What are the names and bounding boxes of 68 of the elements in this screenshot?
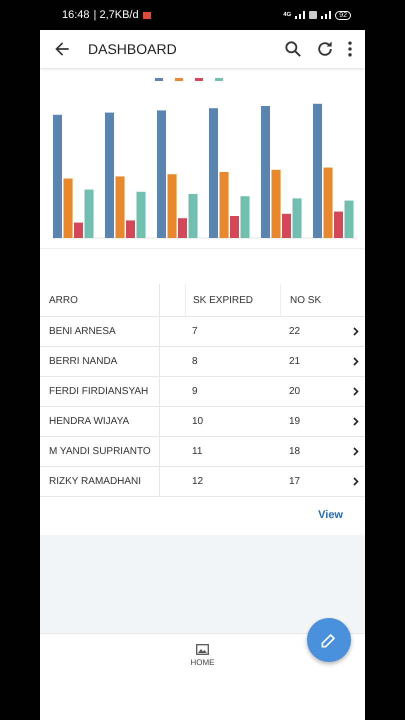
table-row[interactable]: HENDRA WIJAYA 10 19	[40, 407, 365, 437]
table-cell-text: 12	[191, 475, 204, 489]
table-cell: BERRI NANDA	[40, 347, 160, 376]
screen-title: DASHBOARD	[88, 41, 178, 57]
table-row[interactable]: FERDI FIRDIANSYAH 9 20	[40, 377, 365, 407]
chart-bar	[74, 222, 83, 238]
table-cell: HENDRA WIJAYA	[40, 407, 160, 436]
sim-icon	[309, 11, 318, 19]
table-cell-text: 9	[191, 385, 199, 399]
chart-bar	[178, 218, 187, 238]
chart-bar	[324, 168, 332, 238]
table-cell-text: 11	[191, 445, 204, 459]
data-speed: | 2,7KB/d	[94, 9, 139, 21]
table-cell-text: 10	[191, 415, 204, 429]
table-cell-text: 8	[191, 355, 199, 369]
table-cell: RIZKY RAMADHANI	[40, 467, 160, 496]
table-cell-text: 21	[288, 355, 302, 369]
table-cell-text: 18	[288, 445, 302, 459]
view-link[interactable]: View	[318, 509, 343, 521]
table-row[interactable]: RIZKY RAMADHANI 12 17	[40, 467, 365, 497]
nav-tab[interactable]: HOME	[190, 634, 214, 720]
chart-bar	[344, 200, 354, 238]
clock: 16:48	[62, 9, 90, 21]
legend-swatch	[155, 78, 163, 81]
chevron-right-icon[interactable]	[353, 387, 359, 396]
signal-icon	[295, 11, 306, 19]
table-row[interactable]: M YANDI SUPRIANTO 11 18	[40, 437, 365, 467]
chevron-right-icon[interactable]	[353, 477, 359, 486]
record-icon	[142, 12, 151, 18]
legend-swatch	[175, 78, 183, 81]
chart-bar	[230, 216, 239, 238]
chart-bar	[136, 192, 146, 238]
table-row[interactable]: BERRI NANDA 8 21	[40, 347, 365, 377]
table-cell-text: 19	[288, 415, 302, 429]
column-header: SK EXPIRED	[185, 284, 280, 316]
search-icon[interactable]	[283, 39, 303, 59]
chart-bar	[116, 176, 124, 238]
chart-bar	[240, 196, 250, 238]
chevron-right-icon[interactable]	[353, 447, 359, 456]
chart-bar	[126, 220, 135, 238]
table-cell: BENI ARNESA	[40, 317, 160, 346]
table-row[interactable]: BENI ARNESA 7 22	[40, 317, 365, 347]
legend-swatch	[215, 78, 223, 81]
more-options-icon[interactable]	[347, 39, 353, 59]
table-cell-text: 17	[288, 475, 302, 489]
table-cell: M YANDI SUPRIANTO	[40, 437, 160, 466]
chart-bar	[272, 170, 280, 238]
signal-icon	[321, 11, 332, 19]
chart-bar	[334, 212, 343, 238]
chart-bar	[282, 214, 291, 238]
table-cell-text: 22	[288, 325, 302, 339]
chart-bar	[292, 198, 302, 238]
column-header: NO SK	[280, 284, 345, 316]
table-cell: FERDI FIRDIANSYAH	[40, 377, 160, 406]
chart-bar	[188, 194, 198, 238]
chevron-right-icon[interactable]	[353, 417, 359, 426]
chevron-right-icon[interactable]	[353, 327, 359, 336]
table-cell-text: 7	[191, 325, 199, 339]
image-icon	[196, 644, 209, 655]
chart-bar	[220, 172, 228, 238]
legend-swatch	[195, 78, 203, 81]
chart-bar	[168, 174, 176, 238]
chart-bar	[64, 178, 72, 238]
chart-bar	[84, 190, 94, 238]
chevron-right-icon[interactable]	[353, 357, 359, 366]
edit-button[interactable]	[307, 618, 351, 662]
table-cell-text: 20	[288, 385, 302, 399]
column-header: ARRO	[40, 284, 160, 316]
